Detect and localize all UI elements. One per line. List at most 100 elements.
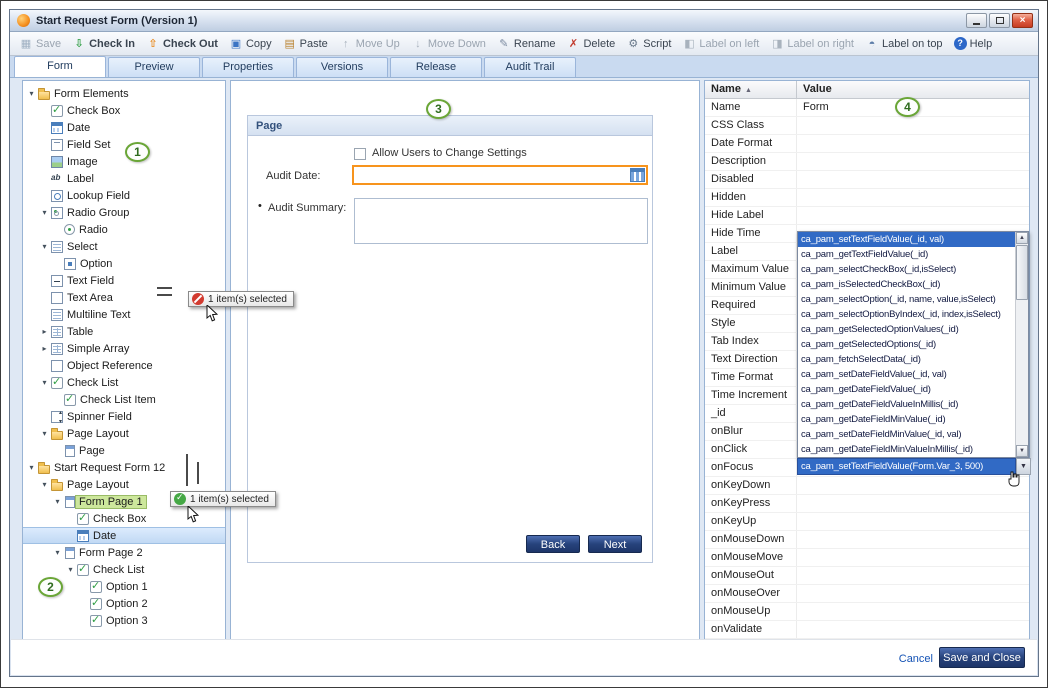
toolbar-button-copy[interactable]: ▣Copy <box>224 35 277 53</box>
property-row-onkeypress[interactable]: onKeyPress <box>705 495 1029 513</box>
scroll-down-icon[interactable]: ▼ <box>1016 445 1028 457</box>
property-value[interactable] <box>797 567 1029 584</box>
property-value[interactable] <box>797 495 1029 512</box>
property-value[interactable] <box>797 153 1029 170</box>
close-button[interactable]: × <box>1012 13 1033 28</box>
tree-item-start-request-form-12[interactable]: ▾Start Request Form 12 <box>23 459 225 476</box>
property-row-description[interactable]: Description <box>705 153 1029 171</box>
audit-summary-textarea[interactable] <box>354 198 648 244</box>
property-value[interactable] <box>797 477 1029 494</box>
toolbar-button-move-up[interactable]: ↑Move Up <box>334 35 405 53</box>
property-row-css-class[interactable]: CSS Class <box>705 117 1029 135</box>
property-row-hide-label[interactable]: Hide Label <box>705 207 1029 225</box>
tree-expander-icon[interactable]: ▾ <box>39 480 50 489</box>
property-row-onkeyup[interactable]: onKeyUp <box>705 513 1029 531</box>
property-row-onkeydown[interactable]: onKeyDown <box>705 477 1029 495</box>
property-row-onmouseout[interactable]: onMouseOut <box>705 567 1029 585</box>
toolbar-button-check-in[interactable]: ⇩Check In <box>67 35 140 53</box>
restore-button[interactable] <box>989 13 1010 28</box>
toolbar-button-help[interactable]: ?Help <box>949 35 998 52</box>
tree-item-radio-group[interactable]: ▾Radio Group <box>23 204 225 221</box>
tree-item-radio[interactable]: Radio <box>23 221 225 238</box>
dropdown-item-12[interactable]: ca_pam_getDateFieldMinValue(_id) <box>798 412 1015 427</box>
property-row-hidden[interactable]: Hidden <box>705 189 1029 207</box>
toolbar-button-label-on-right[interactable]: ◨Label on right <box>765 35 859 53</box>
tree-item-select[interactable]: ▾Select <box>23 238 225 255</box>
dropdown-item-10[interactable]: ca_pam_getDateFieldValue(_id) <box>798 382 1015 397</box>
property-row-name[interactable]: NameForm <box>705 99 1029 117</box>
tree-item-image[interactable]: Image <box>23 153 225 170</box>
tree-item-page-layout[interactable]: ▾Page Layout <box>23 425 225 442</box>
tab-preview[interactable]: Preview <box>108 57 200 77</box>
audit-date-input[interactable] <box>352 165 648 185</box>
tree-expander-icon[interactable]: ▾ <box>26 463 37 472</box>
tree-expander-icon[interactable]: ▾ <box>52 497 63 506</box>
tree-item-form-elements[interactable]: ▾Form Elements <box>23 85 225 102</box>
property-row-disabled[interactable]: Disabled <box>705 171 1029 189</box>
tree-expander-icon[interactable]: ▾ <box>26 89 37 98</box>
next-button[interactable]: Next <box>588 535 642 553</box>
allow-settings-checkbox[interactable] <box>354 148 366 160</box>
minimize-button[interactable] <box>966 13 987 28</box>
tree-item-simple-array[interactable]: ▸Simple Array <box>23 340 225 357</box>
toolbar-button-move-down[interactable]: ↓Move Down <box>406 35 491 53</box>
toolbar-button-paste[interactable]: ▤Paste <box>278 35 333 53</box>
property-value[interactable] <box>797 585 1029 602</box>
tree-item-date[interactable]: Date <box>23 119 225 136</box>
tree-item-lookup-field[interactable]: Lookup Field <box>23 187 225 204</box>
tree-item-text-field[interactable]: Text Field <box>23 272 225 289</box>
dropdown-item-7[interactable]: ca_pam_getSelectedOptions(_id) <box>798 337 1015 352</box>
dropdown-item-9[interactable]: ca_pam_setDateFieldValue(_id, val) <box>798 367 1015 382</box>
property-value[interactable] <box>797 603 1029 620</box>
tree-expander-icon[interactable]: ▾ <box>52 548 63 557</box>
back-button[interactable]: Back <box>526 535 580 553</box>
tree-expander-icon[interactable]: ▾ <box>39 242 50 251</box>
name-column-header[interactable]: Name▲ <box>705 81 797 98</box>
tree-item-page[interactable]: Page <box>23 442 225 459</box>
tree-item-multiline-text[interactable]: Multiline Text <box>23 306 225 323</box>
tree-item-option[interactable]: Option <box>23 255 225 272</box>
property-value[interactable] <box>797 531 1029 548</box>
tree-item-date[interactable]: Date <box>23 527 225 544</box>
property-value[interactable] <box>797 117 1029 134</box>
tree-expander-icon[interactable]: ▾ <box>39 378 50 387</box>
property-row-onvalidate[interactable]: onValidate <box>705 621 1029 639</box>
calendar-icon[interactable] <box>630 168 645 182</box>
tab-versions[interactable]: Versions <box>296 57 388 77</box>
tree-item-label[interactable]: Label <box>23 170 225 187</box>
dropdown-item-2[interactable]: ca_pam_selectCheckBox(_id,isSelect) <box>798 262 1015 277</box>
tree-item-option-3[interactable]: Option 3 <box>23 612 225 629</box>
dropdown-item-13[interactable]: ca_pam_setDateFieldMinValue(_id, val) <box>798 427 1015 442</box>
save-and-close-button[interactable]: Save and Close <box>939 647 1025 668</box>
property-value[interactable] <box>797 621 1029 638</box>
toolbar-button-script[interactable]: ⚙Script <box>621 35 676 53</box>
tab-properties[interactable]: Properties <box>202 57 294 77</box>
tree-item-field-set[interactable]: Field Set <box>23 136 225 153</box>
scroll-up-icon[interactable]: ▲ <box>1016 232 1028 244</box>
tree-item-option-2[interactable]: Option 2 <box>23 595 225 612</box>
property-value[interactable] <box>797 549 1029 566</box>
dropdown-item-1[interactable]: ca_pam_getTextFieldValue(_id) <box>798 247 1015 262</box>
toolbar-button-check-out[interactable]: ⇧Check Out <box>141 35 223 53</box>
dropdown-item-6[interactable]: ca_pam_getSelectedOptionValues(_id) <box>798 322 1015 337</box>
tree-item-check-list[interactable]: ▾Check List <box>23 561 225 578</box>
cancel-link[interactable]: Cancel <box>899 653 933 665</box>
onfocus-value-editor[interactable]: ca_pam_setTextFieldValue(Form.Var_3, 500… <box>797 458 1016 475</box>
tree-expander-icon[interactable]: ▾ <box>39 208 50 217</box>
tree-item-form-page-2[interactable]: ▾Form Page 2 <box>23 544 225 561</box>
tree-expander-icon[interactable]: ▾ <box>39 429 50 438</box>
toolbar-button-rename[interactable]: ✎Rename <box>492 35 561 53</box>
tab-audit-trail[interactable]: Audit Trail <box>484 57 576 77</box>
tree-item-object-reference[interactable]: Object Reference <box>23 357 225 374</box>
tree-item-check-box[interactable]: Check Box <box>23 102 225 119</box>
tree-item-check-list-item[interactable]: Check List Item <box>23 391 225 408</box>
dropdown-item-5[interactable]: ca_pam_selectOptionByIndex(_id, index,is… <box>798 307 1015 322</box>
dropdown-item-11[interactable]: ca_pam_getDateFieldValueInMillis(_id) <box>798 397 1015 412</box>
tree-item-spinner-field[interactable]: Spinner Field <box>23 408 225 425</box>
property-value[interactable] <box>797 207 1029 224</box>
toolbar-button-delete[interactable]: ✗Delete <box>561 35 620 53</box>
property-value[interactable] <box>797 189 1029 206</box>
property-row-onmouseup[interactable]: onMouseUp <box>705 603 1029 621</box>
property-row-onmouseover[interactable]: onMouseOver <box>705 585 1029 603</box>
dropdown-item-14[interactable]: ca_pam_getDateFieldMinValueInMillis(_id) <box>798 442 1015 457</box>
